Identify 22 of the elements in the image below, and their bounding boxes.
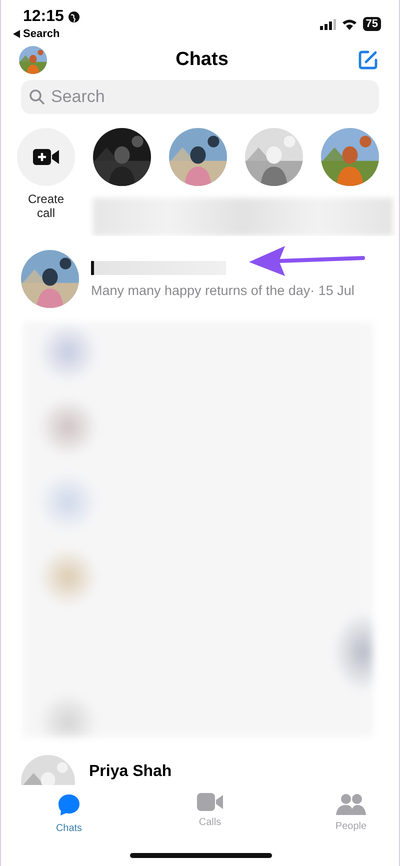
- video-plus-icon: [33, 149, 59, 165]
- battery-level: 75: [362, 17, 381, 31]
- people-icon: [336, 793, 366, 815]
- back-icon: [13, 30, 20, 38]
- create-call-label: Create call: [26, 192, 66, 221]
- search-field[interactable]: Search: [21, 80, 379, 114]
- signal-icon: [320, 18, 336, 30]
- chat-bubble-icon: [57, 793, 81, 817]
- tab[interactable]: People: [331, 793, 371, 841]
- tab[interactable]: Calls: [190, 793, 230, 841]
- screen-title: Chats: [176, 49, 228, 71]
- last-message: Many many happy returns of the day· 15 Jul: [91, 282, 354, 298]
- video-camera-icon: [197, 793, 223, 811]
- wifi-icon: [342, 18, 357, 30]
- back-label[interactable]: Search: [23, 28, 60, 40]
- contact-name: Priya Shah: [89, 762, 172, 781]
- profile-avatar[interactable]: [19, 46, 47, 74]
- globe-icon: [68, 11, 80, 23]
- tab[interactable]: Chats: [49, 793, 89, 841]
- compose-icon[interactable]: [356, 49, 379, 71]
- back-link[interactable]: Search: [13, 28, 80, 40]
- clock-time: 12:15: [23, 8, 64, 26]
